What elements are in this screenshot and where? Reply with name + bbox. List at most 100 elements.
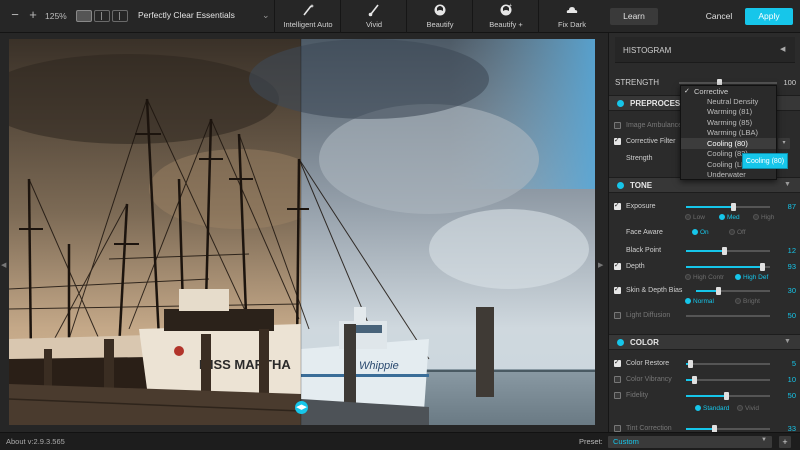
fidelity-option-standard[interactable]: Standard	[695, 405, 729, 412]
section-toggle-icon[interactable]	[617, 182, 624, 189]
apply-button[interactable]: Apply	[745, 8, 793, 25]
face-aware-options: On Off	[609, 228, 800, 240]
strength-slider[interactable]	[679, 79, 777, 87]
preset-fix-dark[interactable]: Fix Dark	[538, 0, 604, 33]
chevron-down-icon[interactable]: ⌄	[262, 10, 270, 21]
section-arrow-icon[interactable]: ▼	[784, 181, 791, 188]
exposure-option-low[interactable]: Low	[685, 214, 705, 221]
slider-fill	[686, 206, 733, 208]
image-ambulance-checkbox[interactable]	[614, 122, 621, 129]
strength-value: 100	[783, 78, 796, 87]
histogram-title: HISTOGRAM	[623, 46, 672, 55]
skin-option-normal[interactable]: Normal	[685, 298, 714, 305]
depth-checkbox[interactable]	[614, 261, 621, 270]
color-vibrancy-checkbox[interactable]	[614, 376, 621, 383]
boat-name-right: Whippie	[359, 360, 399, 372]
tooltip: Cooling (80)	[742, 153, 788, 169]
slider-knob[interactable]	[712, 425, 717, 432]
view-mode-group	[76, 10, 128, 22]
black-point-label: Black Point	[626, 247, 662, 254]
black-point-slider[interactable]	[686, 247, 770, 255]
side-by-side-view-icon[interactable]	[112, 10, 128, 22]
slider-knob[interactable]	[692, 376, 697, 384]
split-view-icon[interactable]	[94, 10, 110, 22]
slider-knob[interactable]	[716, 287, 721, 295]
collapse-arrow-icon[interactable]: ◀	[780, 45, 785, 53]
slider-knob[interactable]	[731, 203, 736, 211]
depth-slider[interactable]	[686, 263, 770, 271]
face-aware-option-off[interactable]: Off	[729, 229, 746, 236]
preset-select[interactable]: Custom ▼	[608, 436, 772, 448]
single-view-icon[interactable]	[76, 10, 92, 22]
collapse-left-icon[interactable]: ◀	[1, 261, 6, 269]
section-toggle-icon[interactable]	[617, 100, 624, 107]
exposure-checkbox[interactable]	[614, 201, 621, 210]
color-vibrancy-slider[interactable]	[686, 376, 770, 384]
tint-correction-checkbox[interactable]	[614, 425, 621, 432]
skin-option-bright[interactable]: Bright	[735, 298, 760, 305]
color-vibrancy-row: Color Vibrancy 10	[609, 373, 800, 387]
slider-fill	[686, 428, 714, 430]
color-restore-checkbox[interactable]	[614, 358, 621, 367]
preset-label: Preset:	[579, 437, 603, 446]
photo-before-after[interactable]: MISS MARTHA Whippie	[9, 39, 595, 425]
zoom-out-button[interactable]: −	[8, 8, 22, 22]
collapse-right-icon[interactable]: ▶	[598, 261, 603, 269]
light-diffusion-slider[interactable]	[686, 315, 770, 317]
light-diffusion-checkbox[interactable]	[614, 312, 621, 319]
depth-option-high-contr[interactable]: High Contr	[685, 274, 724, 281]
compare-slider-handle[interactable]: ◀▶	[295, 401, 308, 414]
cancel-button[interactable]: Cancel	[697, 8, 741, 25]
face-aware-option-on[interactable]: On	[692, 229, 709, 236]
about-version[interactable]: About v:2.9.3.565	[6, 437, 65, 446]
dropdown-item[interactable]: Warming (81)	[681, 106, 776, 117]
skin-depth-row: Skin & Depth Bias 30	[609, 284, 800, 298]
corrective-filter-checkbox[interactable]	[614, 136, 621, 145]
dropdown-item[interactable]: Warming (LBA)	[681, 127, 776, 138]
zoom-in-button[interactable]: +	[26, 8, 40, 22]
skin-depth-checkbox[interactable]	[614, 285, 621, 294]
section-title: TONE	[630, 181, 653, 190]
preset-value: Custom	[613, 437, 639, 446]
fidelity-options: Standard Vivid	[609, 404, 800, 416]
slider-knob[interactable]	[760, 263, 765, 271]
face-icon	[434, 4, 446, 16]
slider-knob[interactable]	[724, 392, 729, 400]
color-vibrancy-label: Color Vibrancy	[626, 376, 672, 383]
fidelity-row: Fidelity 50	[609, 389, 800, 403]
preset-label: Fix Dark	[558, 20, 586, 29]
exposure-option-med[interactable]: Med	[719, 214, 740, 221]
preset-beautify[interactable]: Beautify	[406, 0, 472, 33]
preset-vivid[interactable]: Vivid	[340, 0, 406, 33]
slider-knob[interactable]	[722, 247, 727, 255]
fidelity-slider[interactable]	[686, 392, 770, 400]
section-toggle-icon[interactable]	[617, 339, 624, 346]
tint-correction-label: Tint Correction	[626, 425, 672, 432]
fidelity-option-vivid[interactable]: Vivid	[737, 405, 759, 412]
exposure-value: 87	[787, 202, 796, 211]
corrective-filter-select[interactable]: ▾	[778, 138, 790, 149]
histogram-section[interactable]: HISTOGRAM ◀	[615, 37, 795, 63]
status-bar: About v:2.9.3.565 Preset: Custom ▼ +	[0, 432, 800, 450]
slider-knob[interactable]	[688, 360, 693, 368]
preset-label: Beautify +	[489, 20, 523, 29]
add-preset-button[interactable]: +	[779, 436, 791, 448]
magic-wand-icon	[303, 4, 314, 16]
exposure-slider[interactable]	[686, 203, 770, 211]
preset-intelligent-auto[interactable]: Intelligent Auto	[274, 0, 340, 33]
zoom-level: 125%	[45, 11, 67, 21]
section-color[interactable]: COLOR ▼	[609, 334, 800, 350]
preset-beautify-plus[interactable]: + Beautify +	[472, 0, 538, 33]
tint-correction-slider[interactable]	[686, 425, 770, 432]
section-arrow-icon[interactable]: ▼	[784, 338, 791, 345]
dropdown-item[interactable]: Underwater	[681, 169, 776, 180]
exposure-option-high[interactable]: High	[753, 214, 774, 221]
preset-library-title[interactable]: Perfectly Clear Essentials	[138, 10, 273, 20]
skin-depth-slider[interactable]	[696, 287, 770, 295]
color-vibrancy-value: 10	[787, 375, 796, 384]
depth-option-high-def[interactable]: High Def	[735, 274, 768, 281]
learn-button[interactable]: Learn	[610, 8, 658, 25]
tint-correction-value: 33	[787, 424, 796, 432]
fidelity-checkbox[interactable]	[614, 392, 621, 399]
color-restore-slider[interactable]	[686, 360, 770, 368]
